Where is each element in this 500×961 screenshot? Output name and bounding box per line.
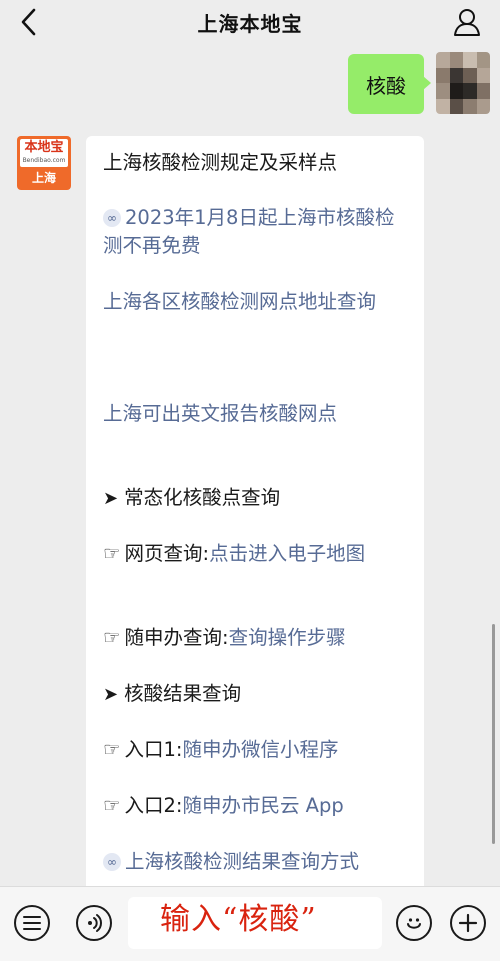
arrow-right-icon: ➤	[103, 488, 119, 509]
entry1-label: 入口1:	[124, 738, 183, 761]
section-result-text: 核酸结果查询	[124, 682, 242, 705]
chat-title: 上海本地宝	[197, 11, 303, 36]
outgoing-message-row: 核酸	[348, 52, 490, 114]
incoming-message-bubble: 上海核酸检测规定及采样点 ∞ 2023年1月8日起上海市核酸检测不再免费 上海各区…	[86, 136, 424, 896]
chevron-left-icon	[21, 8, 36, 36]
english-report-link[interactable]: 上海可出英文报告核酸网点	[103, 400, 410, 428]
citizen-cloud-app-link[interactable]: 随申办市民云 App	[182, 794, 343, 817]
avatar-city-label: 上海	[31, 171, 56, 185]
web-query-label: 网页查询:	[124, 542, 210, 565]
menu-toggle-button[interactable]	[14, 905, 50, 941]
suishenban-query-label: 随申办查询:	[124, 626, 229, 649]
news-link[interactable]: ∞ 2023年1月8日起上海市核酸检测不再免费	[103, 204, 410, 260]
district-sites-link[interactable]: 上海各区核酸检测网点地址查询	[103, 288, 410, 316]
section-regular-query: ➤ 常态化核酸点查询	[103, 484, 410, 513]
pointing-hand-icon: ☞	[103, 542, 121, 565]
voice-button[interactable]	[76, 905, 112, 941]
section-result-query: ➤ 核酸结果查询	[103, 680, 410, 709]
person-icon	[454, 9, 480, 36]
emoji-icon	[407, 918, 421, 929]
bendibao-logo: 本地宝 Bendibao.com	[20, 139, 68, 167]
plus-icon	[458, 913, 478, 933]
section-regular-text: 常态化核酸点查询	[124, 486, 281, 509]
wechat-miniprogram-link[interactable]: 随申办微信小程序	[182, 738, 338, 761]
chat-header: 上海本地宝	[0, 0, 500, 44]
suishenban-query-item: ☞ 随申办查询:查询操作步骤	[103, 624, 410, 652]
reply-heading: 上海核酸检测规定及采样点	[103, 151, 338, 174]
news-link-text: 2023年1月8日起上海市核酸检测不再免费	[103, 206, 395, 257]
link-chain-icon: ∞	[103, 209, 121, 227]
entry2-label: 入口2:	[124, 794, 183, 817]
arrow-right-icon: ➤	[103, 684, 119, 705]
input-hint-annotation: 输入“核酸”	[160, 902, 317, 937]
entry2-item: ☞ 入口2:随申办市民云 App	[103, 792, 410, 820]
emoji-button[interactable]	[396, 905, 432, 941]
more-options-button[interactable]	[450, 905, 486, 941]
entry1-item: ☞ 入口1:随申办微信小程序	[103, 736, 410, 764]
voice-icon	[88, 914, 102, 932]
back-button[interactable]	[12, 4, 46, 40]
chat-info-button[interactable]	[450, 4, 484, 40]
pointing-hand-icon: ☞	[103, 626, 121, 649]
result-method-link[interactable]: ∞ 上海核酸检测结果查询方式	[103, 848, 410, 876]
link-chain-icon: ∞	[103, 853, 121, 871]
outgoing-message-bubble[interactable]: 核酸	[348, 54, 431, 114]
pointing-hand-icon: ☞	[103, 794, 121, 817]
query-steps-link[interactable]: 查询操作步骤	[229, 626, 346, 649]
my-avatar[interactable]	[436, 52, 490, 114]
pointing-hand-icon: ☞	[103, 738, 121, 761]
web-query-item: ☞ 网页查询:点击进入电子地图	[103, 540, 410, 568]
menu-icon	[23, 916, 41, 930]
chat-scrollbar[interactable]	[492, 624, 495, 844]
electronic-map-link[interactable]: 点击进入电子地图	[209, 542, 365, 565]
result-method-text: 上海核酸检测结果查询方式	[125, 850, 360, 873]
outgoing-message-text: 核酸	[366, 73, 406, 98]
bot-avatar[interactable]: 本地宝 Bendibao.com 上海	[17, 136, 71, 190]
